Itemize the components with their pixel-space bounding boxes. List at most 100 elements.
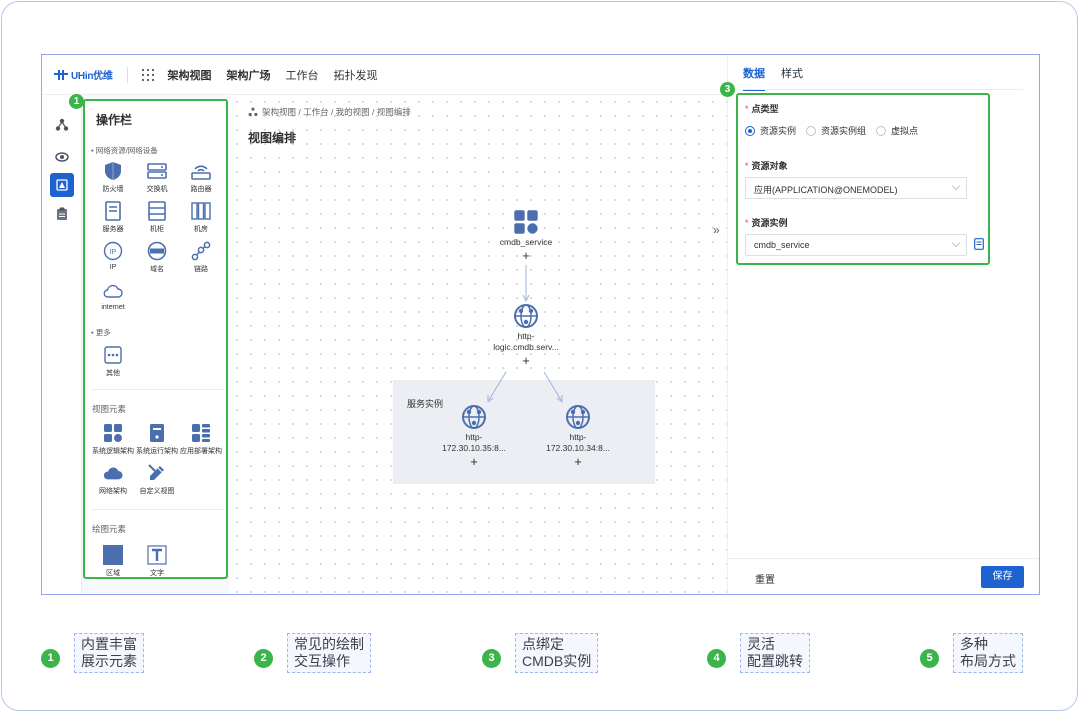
point-type-radio-group: 资源实例 资源实例组 虚拟点 xyxy=(745,124,928,137)
tab-style[interactable]: 样式 xyxy=(781,55,803,91)
tool-app-deploy-arch[interactable]: 应用部署架构 xyxy=(179,423,223,456)
tool-cabinet[interactable]: 机柜 xyxy=(135,201,179,234)
feature-badge: 3 xyxy=(482,648,501,668)
tab-underline xyxy=(743,89,1023,90)
tool-router[interactable]: 路由器 xyxy=(179,161,223,194)
resource-object-select[interactable]: 应用(APPLICATION@ONEMODEL) xyxy=(745,177,967,199)
properties-panel: 数据 样式 * 点类型 资源实例 资源实例组 虚拟点 * 资源对象 应用(APPLI… xyxy=(727,55,1039,594)
callout-badge-3: 3 xyxy=(720,82,735,97)
view-canvas[interactable]: 架构视图 / 工作台 / 我的视图 / 视图编排 视图编排 服务实例 cmdb_… xyxy=(230,95,727,594)
detail-doc-icon xyxy=(974,238,984,250)
globe-network-icon xyxy=(566,405,590,429)
app-grid-icon[interactable] xyxy=(141,68,154,81)
rail-topology-button[interactable] xyxy=(50,113,74,137)
node-label: cmdb_service xyxy=(499,237,553,247)
radio-virtual-point[interactable]: 虚拟点 xyxy=(876,124,918,137)
feature-text: 常见的绘制 交互操作 xyxy=(287,633,371,673)
tool-internet[interactable]: internet xyxy=(91,281,135,311)
instance-detail-button[interactable] xyxy=(974,237,984,255)
collapse-panel-button[interactable]: » xyxy=(713,223,720,237)
node-label: http- xyxy=(465,432,483,442)
tool-network-arch[interactable]: 网络架构 xyxy=(91,463,135,496)
rail-clipboard-button[interactable] xyxy=(50,202,74,226)
switch-icon xyxy=(147,163,167,179)
section-network-label: • 网络资源/网络设备 xyxy=(91,146,158,155)
domain-icon xyxy=(147,241,167,261)
tab-data[interactable]: 数据 xyxy=(743,55,765,91)
design-icon xyxy=(56,179,68,191)
node-instance-35[interactable]: http- 172.30.10.35:8... + xyxy=(424,404,524,468)
chevron-down-icon xyxy=(951,238,961,248)
ops-panel-title: 操作栏 xyxy=(96,113,133,127)
edge-logic-to-instance-a[interactable] xyxy=(488,371,507,401)
add-node-button[interactable]: + xyxy=(476,354,576,367)
rail-view-button[interactable] xyxy=(50,145,74,169)
icon-rail xyxy=(42,95,82,594)
service-grid-icon xyxy=(514,210,538,234)
operations-panel: 操作栏 • 网络资源/网络设备 防火墙 交换机 路由器 服务器 机柜 机房 IP… xyxy=(83,99,228,579)
nav-item-workbench[interactable]: 工作台 xyxy=(286,67,319,83)
node-instance-34[interactable]: http- 172.30.10.34:8... + xyxy=(528,404,628,468)
rail-design-button[interactable] xyxy=(50,173,74,197)
logic-arch-icon xyxy=(104,424,122,442)
feature-1: 1 内置丰富 展示元素 xyxy=(41,633,144,673)
globe-network-icon xyxy=(462,405,486,429)
brand-logo[interactable]: UHin优维 xyxy=(54,55,113,95)
section-draw-label: 绘图元素 xyxy=(92,524,127,534)
tool-system-logic-arch[interactable]: 系统逻辑架构 xyxy=(91,423,135,456)
tool-switch[interactable]: 交换机 xyxy=(135,161,179,194)
node-label: http- xyxy=(569,432,587,442)
text-t-icon xyxy=(147,545,167,565)
node-label: 172.30.10.34:8... xyxy=(546,443,610,453)
tool-custom-view[interactable]: 自定义视图 xyxy=(135,463,179,496)
tool-server[interactable]: 服务器 xyxy=(91,201,135,234)
save-button[interactable]: 保存 xyxy=(981,566,1024,588)
tool-area[interactable]: 区域 xyxy=(91,545,135,578)
radio-empty-icon xyxy=(876,125,887,136)
area-square-icon xyxy=(103,545,123,565)
add-node-button[interactable]: + xyxy=(476,249,576,262)
node-logic-cmdb[interactable]: http- logic.cmdb.serv... + xyxy=(476,303,576,367)
node-label: logic.cmdb.serv... xyxy=(493,342,559,352)
callout-badge-1: 1 xyxy=(69,94,84,109)
topology-icon xyxy=(55,118,69,131)
pencil-ruler-icon xyxy=(148,464,164,480)
nav-item-architecture-square[interactable]: 架构广场 xyxy=(227,67,271,83)
node-cmdb-service[interactable]: cmdb_service + xyxy=(476,209,576,262)
ops-divider xyxy=(91,509,224,510)
eye-icon xyxy=(55,152,69,162)
radio-resource-instance-group[interactable]: 资源实例组 xyxy=(806,124,866,137)
nav-item-topology-discovery[interactable]: 拓扑发现 xyxy=(334,67,378,83)
datacenter-icon xyxy=(191,202,211,220)
panel-tabs: 数据 样式 xyxy=(743,55,819,91)
feature-badge: 5 xyxy=(920,648,939,668)
resource-instance-select[interactable]: cmdb_service xyxy=(745,234,967,256)
binding-form: * 点类型 资源实例 资源实例组 虚拟点 * 资源对象 应用(APPLICATION… xyxy=(736,93,990,265)
logo-mark-icon xyxy=(54,69,68,80)
cabinet-icon xyxy=(148,201,166,221)
globe-network-icon xyxy=(514,304,538,328)
top-navigation: UHin优维 架构视图 架构广场 工作台 拓扑发现 xyxy=(42,55,728,95)
edge-logic-to-instance-b[interactable] xyxy=(543,371,562,401)
add-node-button[interactable]: + xyxy=(528,455,628,468)
feature-text: 内置丰富 展示元素 xyxy=(74,633,144,673)
router-icon xyxy=(191,165,211,180)
node-label: http- xyxy=(517,331,535,341)
network-cloud-icon xyxy=(103,467,123,480)
cloud-icon xyxy=(103,284,123,298)
resource-instance-label: * 资源实例 xyxy=(745,218,788,228)
nav-item-architecture-view[interactable]: 架构视图 xyxy=(168,67,212,83)
tool-datacenter[interactable]: 机房 xyxy=(179,201,223,234)
radio-resource-instance[interactable]: 资源实例 xyxy=(745,124,796,137)
clipboard-icon xyxy=(57,207,67,220)
tool-firewall[interactable]: 防火墙 xyxy=(91,161,135,194)
tool-link[interactable]: 链路 xyxy=(179,241,223,274)
reset-button[interactable]: 重置 xyxy=(755,571,775,586)
tool-system-run-arch[interactable]: 系统运行架构 xyxy=(135,423,179,456)
tool-ip[interactable]: IP IP xyxy=(91,241,135,271)
tool-other[interactable]: 其他 xyxy=(91,345,135,378)
tool-text[interactable]: 文字 xyxy=(135,545,179,578)
add-node-button[interactable]: + xyxy=(424,455,524,468)
tool-domain[interactable]: 域名 xyxy=(135,241,179,274)
radio-checked-icon xyxy=(745,125,755,136)
